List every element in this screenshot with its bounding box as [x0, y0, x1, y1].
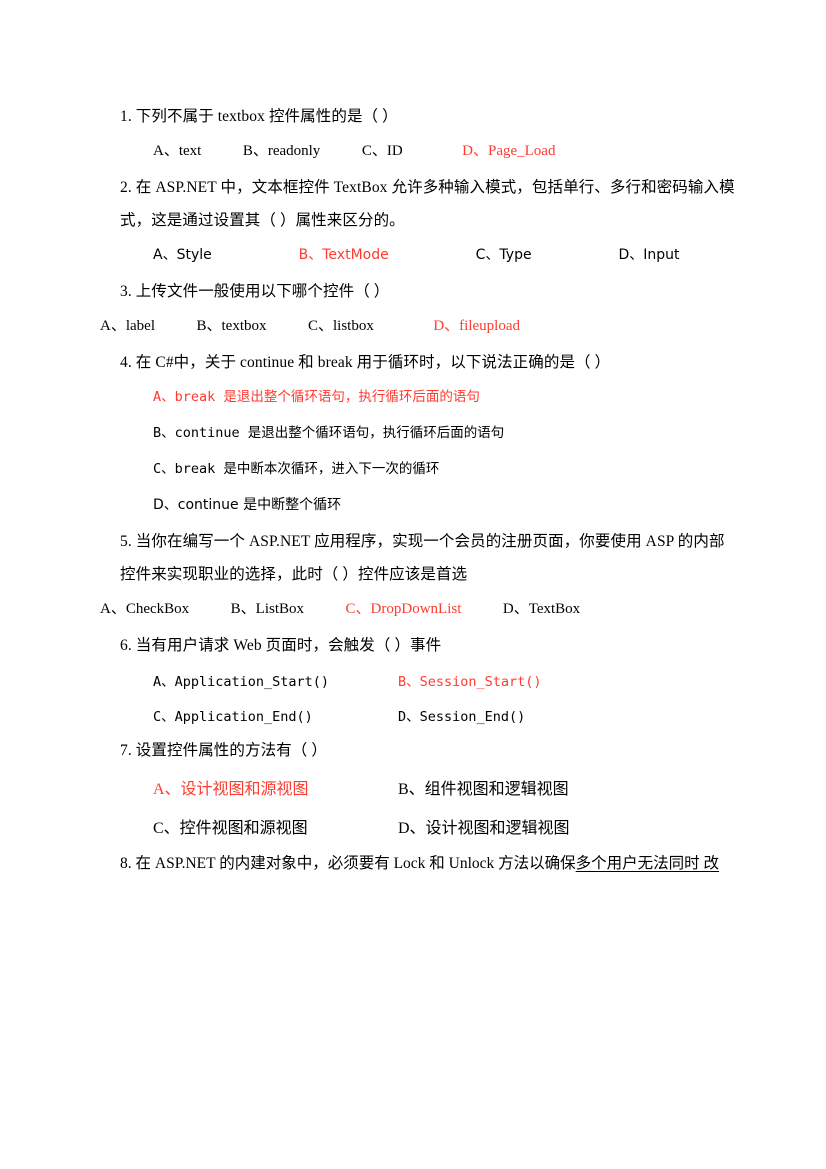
option-7-d[interactable]: D、设计视图和逻辑视图	[398, 814, 720, 838]
question-7-options-row-2: C、控件视图和源视图 D、设计视图和逻辑视图	[153, 814, 720, 838]
question-6-stem: 6. 当有用户请求 Web 页面时，会触发（ ）事件	[120, 637, 442, 654]
question-3-stem: 3. 上传文件一般使用以下哪个控件（ ）	[120, 283, 390, 300]
option-2-b[interactable]: B、TextMode	[299, 247, 389, 263]
option-4-d[interactable]: D、continue 是中断整个循环	[153, 495, 720, 516]
question-6-options-row-1: A、Application_Start() B、Session_Start()	[153, 670, 720, 690]
option-3-b[interactable]: B、textbox	[196, 318, 266, 334]
option-4-c[interactable]: C、break 是中断本次循环，进入下一次的循环	[153, 459, 720, 480]
question-8-stem-prefix: 8. 在 ASP.NET 的内建对象中，必须要有 Lock 和 Unlock 方…	[120, 855, 576, 872]
question-2-options: A、Style B、TextMode C、Type D、Input	[153, 245, 720, 266]
exam-page: 1. 下列不属于 textbox 控件属性的是（ ） A、text B、read…	[0, 0, 826, 1169]
option-5-b[interactable]: B、ListBox	[231, 601, 304, 617]
option-5-c[interactable]: C、DropDownList	[346, 601, 462, 617]
question-2-stem-line-1: 2. 在 ASP.NET 中，文本框控件 TextBox 允许多种输入模式，包括…	[120, 179, 735, 196]
question-2-stem-line-2: 式，这是通过设置其（ ）属性来区分的。	[120, 212, 405, 229]
option-2-c[interactable]: C、Type	[476, 247, 532, 263]
option-6-a[interactable]: A、Application_Start()	[153, 670, 398, 690]
option-7-a[interactable]: A、设计视图和源视图	[153, 775, 398, 799]
option-2-a[interactable]: A、Style	[153, 247, 212, 263]
option-1-d[interactable]: D、Page_Load	[462, 143, 555, 159]
question-5-options: A、CheckBox B、ListBox C、DropDownList D、Te…	[100, 599, 720, 620]
question-8-stem-underlined: 多个用户无法同时 改	[575, 855, 720, 872]
question-5-stem-line-2: 控件来实现职业的选择，此时（ ）控件应该是首选	[120, 566, 468, 583]
option-4-b[interactable]: B、continue 是退出整个循环语句，执行循环后面的语句	[153, 423, 720, 444]
option-3-a[interactable]: A、label	[100, 318, 155, 334]
question-1-stem: 1. 下列不属于 textbox 控件属性的是（ ）	[120, 108, 398, 125]
option-1-c[interactable]: C、ID	[362, 143, 403, 159]
option-5-a[interactable]: A、CheckBox	[100, 601, 189, 617]
option-7-b[interactable]: B、组件视图和逻辑视图	[398, 775, 720, 799]
question-5-stem-line-1: 5. 当你在编写一个 ASP.NET 应用程序，实现一个会员的注册页面，你要使用…	[120, 533, 725, 550]
option-7-c[interactable]: C、控件视图和源视图	[153, 814, 398, 838]
question-3-options: A、label B、textbox C、listbox D、fileupload	[100, 316, 720, 337]
question-8-stem: 8. 在 ASP.NET 的内建对象中，必须要有 Lock 和 Unlock 方…	[120, 853, 720, 875]
option-3-d[interactable]: D、fileupload	[433, 318, 520, 334]
option-1-b[interactable]: B、readonly	[243, 143, 320, 159]
question-1-options: A、text B、readonly C、ID D、Page_Load	[153, 141, 720, 162]
option-6-b[interactable]: B、Session_Start()	[398, 670, 720, 690]
question-4-stem: 4. 在 C#中，关于 continue 和 break 用于循环时，以下说法正…	[120, 354, 611, 371]
exam-content: 1. 下列不属于 textbox 控件属性的是（ ） A、text B、read…	[100, 106, 735, 875]
question-7-stem: 7. 设置控件属性的方法有（ ）	[120, 742, 327, 759]
option-1-a[interactable]: A、text	[153, 143, 201, 159]
option-3-c[interactable]: C、listbox	[308, 318, 374, 334]
option-4-a[interactable]: A、break 是退出整个循环语句，执行循环后面的语句	[153, 387, 720, 408]
question-6-options-row-2: C、Application_End() D、Session_End()	[153, 705, 720, 725]
option-6-c[interactable]: C、Application_End()	[153, 705, 398, 725]
option-2-d[interactable]: D、Input	[618, 247, 679, 263]
question-7-options-row-1: A、设计视图和源视图 B、组件视图和逻辑视图	[153, 775, 720, 799]
option-6-d[interactable]: D、Session_End()	[398, 705, 720, 725]
option-5-d[interactable]: D、TextBox	[503, 601, 580, 617]
